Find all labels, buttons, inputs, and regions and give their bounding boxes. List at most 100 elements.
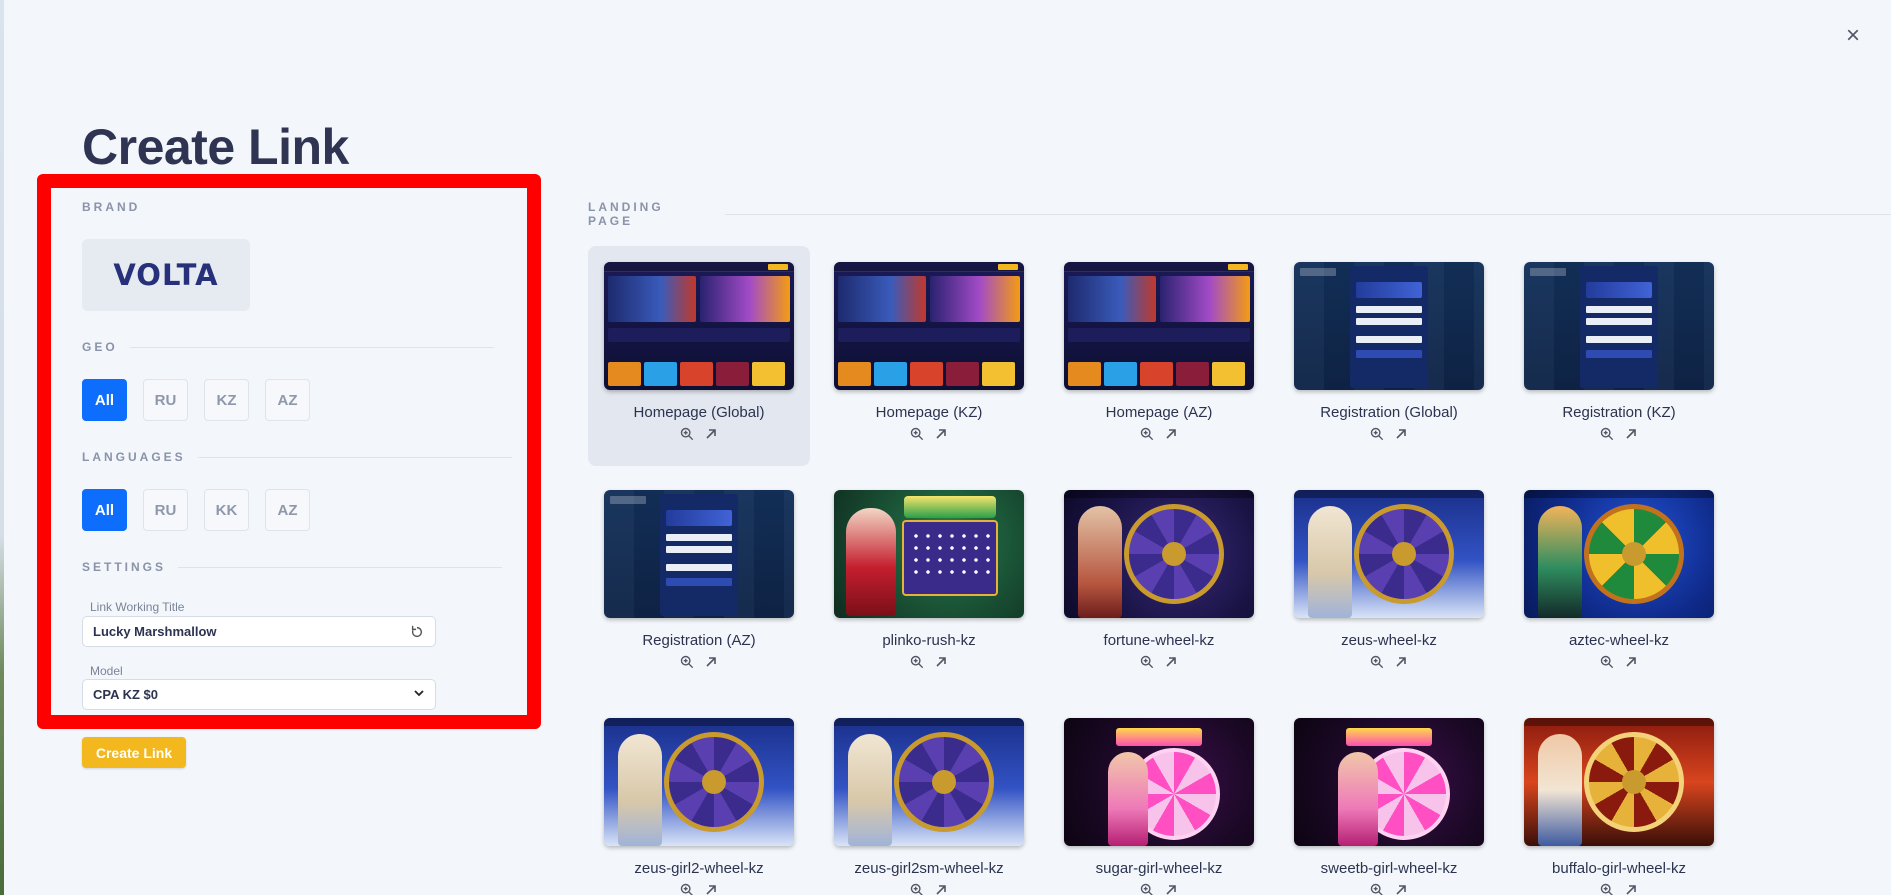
landing-card[interactable]: Registration (Global) <box>1278 246 1500 466</box>
landing-card-actions <box>910 655 948 669</box>
model-value: CPA KZ $0 <box>93 687 159 702</box>
landing-card-title: buffalo-girl-wheel-kz <box>1552 860 1686 877</box>
geo-options: All RU KZ AZ <box>82 379 310 421</box>
link-title-label: Link Working Title <box>90 600 185 614</box>
zoom-in-icon[interactable] <box>1370 883 1384 895</box>
landing-card-actions <box>680 655 718 669</box>
zoom-in-icon[interactable] <box>910 655 924 669</box>
landing-card[interactable]: sweetb-girl-wheel-kz <box>1278 702 1500 895</box>
settings-label: SETTINGS <box>82 560 167 574</box>
geo-option-all[interactable]: All <box>82 379 127 421</box>
landing-card-title: zeus-girl2sm-wheel-kz <box>854 860 1004 877</box>
link-title-input[interactable]: Lucky Marshmallow <box>82 616 436 647</box>
landing-card[interactable]: buffalo-girl-wheel-kz <box>1508 702 1730 895</box>
open-external-icon[interactable] <box>1624 427 1638 441</box>
landing-card-title: aztec-wheel-kz <box>1568 632 1670 649</box>
landing-thumbnail <box>1524 262 1714 390</box>
landing-card[interactable]: zeus-girl2sm-wheel-kz <box>818 702 1040 895</box>
open-external-icon[interactable] <box>1624 655 1638 669</box>
landing-card[interactable]: Homepage (AZ) <box>1048 246 1270 466</box>
open-external-icon[interactable] <box>1164 427 1178 441</box>
landing-card[interactable]: zeus-wheel-kz <box>1278 474 1500 694</box>
landing-thumbnail <box>1064 490 1254 618</box>
zoom-in-icon[interactable] <box>910 883 924 895</box>
language-option-az[interactable]: AZ <box>265 489 310 531</box>
landing-thumbnail <box>604 490 794 618</box>
open-external-icon[interactable] <box>704 427 718 441</box>
landing-card-actions <box>1370 427 1408 441</box>
open-external-icon[interactable] <box>934 655 948 669</box>
landing-card-actions <box>1140 655 1178 669</box>
zoom-in-icon[interactable] <box>1600 655 1614 669</box>
model-select[interactable]: CPA KZ $0 <box>82 679 436 710</box>
zoom-in-icon[interactable] <box>1600 883 1614 895</box>
open-external-icon[interactable] <box>1164 883 1178 895</box>
zoom-in-icon[interactable] <box>1600 427 1614 441</box>
landing-card-title: sweetb-girl-wheel-kz <box>1320 860 1458 877</box>
close-icon[interactable]: × <box>1841 24 1865 48</box>
zoom-in-icon[interactable] <box>910 427 924 441</box>
landing-label: LANDING PAGE <box>588 200 664 228</box>
open-external-icon[interactable] <box>934 883 948 895</box>
languages-label: LANGUAGES <box>82 450 186 464</box>
reset-icon[interactable] <box>409 624 425 640</box>
landing-card-actions <box>1140 427 1178 441</box>
landing-card-actions <box>910 427 948 441</box>
landing-card[interactable]: Homepage (KZ) <box>818 246 1040 466</box>
landing-card[interactable]: zeus-girl2-wheel-kz <box>588 702 810 895</box>
landing-card-title: Registration (AZ) <box>642 632 756 649</box>
landing-card[interactable]: plinko-rush-kz <box>818 474 1040 694</box>
landing-thumbnail <box>1064 262 1254 390</box>
languages-section-label: LANGUAGES <box>82 450 512 464</box>
landing-thumbnail <box>1524 718 1714 846</box>
zoom-in-icon[interactable] <box>1140 655 1154 669</box>
zoom-in-icon[interactable] <box>680 427 694 441</box>
zoom-in-icon[interactable] <box>1140 883 1154 895</box>
open-external-icon[interactable] <box>1164 655 1178 669</box>
open-external-icon[interactable] <box>934 427 948 441</box>
landing-card-title: Homepage (KZ) <box>875 404 983 421</box>
landing-card-actions <box>1140 883 1178 895</box>
zoom-in-icon[interactable] <box>1370 427 1384 441</box>
brand-option-volta[interactable]: VOLTA <box>82 239 250 311</box>
landing-card-actions <box>910 883 948 895</box>
landing-card[interactable]: Registration (AZ) <box>588 474 810 694</box>
zoom-in-icon[interactable] <box>1140 427 1154 441</box>
landing-card-actions <box>1600 655 1638 669</box>
geo-option-kz[interactable]: KZ <box>204 379 249 421</box>
landing-card-actions <box>1600 883 1638 895</box>
landing-thumbnail <box>1064 718 1254 846</box>
open-external-icon[interactable] <box>1394 427 1408 441</box>
landing-thumbnail <box>604 718 794 846</box>
landing-card[interactable]: aztec-wheel-kz <box>1508 474 1730 694</box>
open-external-icon[interactable] <box>1394 655 1408 669</box>
language-option-all[interactable]: All <box>82 489 127 531</box>
language-option-ru[interactable]: RU <box>143 489 188 531</box>
zoom-in-icon[interactable] <box>1370 655 1384 669</box>
language-option-kk[interactable]: KK <box>204 489 249 531</box>
landing-thumbnail <box>1294 490 1484 618</box>
open-external-icon[interactable] <box>1394 883 1408 895</box>
geo-option-az[interactable]: AZ <box>265 379 310 421</box>
open-external-icon[interactable] <box>704 883 718 895</box>
landing-card-title: Homepage (Global) <box>633 404 765 421</box>
link-title-value: Lucky Marshmallow <box>93 624 217 639</box>
model-label: Model <box>90 664 123 678</box>
landing-thumbnail <box>834 718 1024 846</box>
zoom-in-icon[interactable] <box>680 883 694 895</box>
landing-card-actions <box>1370 655 1408 669</box>
zoom-in-icon[interactable] <box>680 655 694 669</box>
landing-card[interactable]: fortune-wheel-kz <box>1048 474 1270 694</box>
landing-card-title: zeus-wheel-kz <box>1341 632 1437 649</box>
landing-card-title: zeus-girl2-wheel-kz <box>634 860 764 877</box>
brand-section-label: BRAND <box>82 200 152 214</box>
create-link-button[interactable]: Create Link <box>82 737 186 768</box>
geo-option-ru[interactable]: RU <box>143 379 188 421</box>
open-external-icon[interactable] <box>704 655 718 669</box>
geo-section-label: GEO <box>82 340 494 354</box>
landing-card[interactable]: sugar-girl-wheel-kz <box>1048 702 1270 895</box>
landing-card[interactable]: Registration (KZ) <box>1508 246 1730 466</box>
landing-card[interactable]: Homepage (Global) <box>588 246 810 466</box>
brand-logo: VOLTA <box>113 258 219 292</box>
open-external-icon[interactable] <box>1624 883 1638 895</box>
